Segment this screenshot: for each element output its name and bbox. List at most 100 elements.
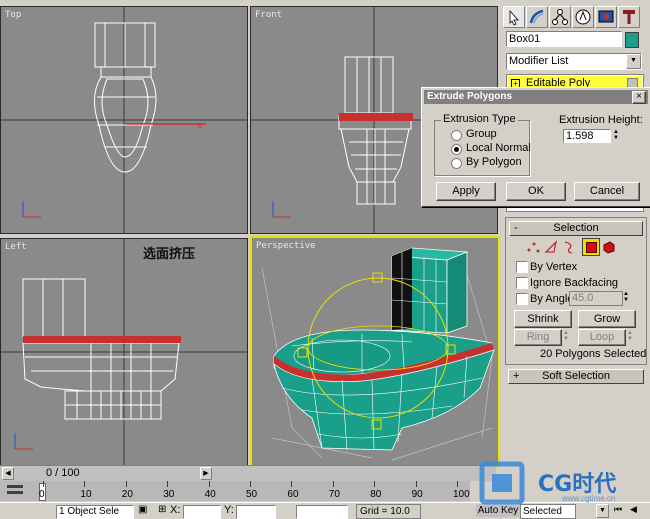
lock-icon[interactable]: ▣ <box>138 504 147 515</box>
perspective-mesh <box>261 247 495 461</box>
tab-hierarchy[interactable] <box>549 6 571 28</box>
tab-utilities[interactable] <box>618 6 640 28</box>
polygon-icon[interactable] <box>582 238 600 256</box>
timeline-tick-label: 50 <box>246 489 258 500</box>
expand-sign: + <box>513 370 520 382</box>
object-name-field[interactable]: Box01 <box>506 31 622 47</box>
by-vertex-checkbox[interactable] <box>516 261 528 273</box>
option-local-normal-label: Local Normal <box>466 142 531 154</box>
track-bar-icon[interactable] <box>6 483 24 497</box>
goto-start-icon[interactable]: ⏮ <box>614 504 622 515</box>
timeline-tick-label: 90 <box>411 489 423 500</box>
loop-label: Loop <box>589 331 615 343</box>
spinner-arrows-icon[interactable]: ▲ ▼ <box>623 291 629 303</box>
next-frame-button[interactable]: ▶ <box>200 467 212 480</box>
edge-icon[interactable] <box>544 240 558 254</box>
option-by-polygon-radio[interactable] <box>451 158 462 169</box>
left-wireframe <box>1 239 247 465</box>
timeline-tick-label: 60 <box>287 489 299 500</box>
ring-button[interactable]: Ring <box>514 329 562 346</box>
loop-button[interactable]: Loop <box>578 329 626 346</box>
soft-selection-rollout-header[interactable]: + Soft Selection <box>508 369 644 384</box>
ok-button[interactable]: OK <box>506 182 566 201</box>
prev-key-icon[interactable]: ◀ <box>630 504 637 515</box>
object-color-swatch[interactable] <box>625 32 639 48</box>
apply-button[interactable]: Apply <box>436 182 496 201</box>
by-vertex-label: By Vertex <box>530 261 578 273</box>
key-filter-value: Selected <box>523 506 562 517</box>
tab-display[interactable] <box>595 6 617 28</box>
modifier-list-dropdown[interactable]: Modifier List ▼ <box>506 53 642 70</box>
grid-value: Grid = 10.0 <box>360 506 410 517</box>
timeline-tick-mark <box>43 481 44 487</box>
option-group-label: Group <box>466 128 497 140</box>
timeline-tick-mark <box>415 481 417 487</box>
viewport-left[interactable]: Left 选面挤压 <box>0 238 248 466</box>
apply-label: Apply <box>452 185 480 197</box>
ignore-backfacing-checkbox[interactable] <box>516 277 528 289</box>
utilities-icon <box>623 10 635 24</box>
selection-rollout-header[interactable]: - Selection <box>509 221 643 236</box>
grow-label: Grow <box>593 313 621 325</box>
tab-create[interactable] <box>503 6 525 28</box>
key-filter-dropdown-icon[interactable]: ▼ <box>596 504 609 518</box>
motion-icon <box>575 9 591 25</box>
loop-spinner-icon[interactable]: ▲ ▼ <box>627 330 633 342</box>
extrusion-height-label: Extrusion Height: <box>559 114 643 126</box>
timeline-tick-label: 80 <box>370 489 382 500</box>
group-label: Extrusion Type <box>441 113 518 125</box>
tab-motion[interactable] <box>572 6 594 28</box>
watermark-logo: CG时代 www.cgtime.cn <box>476 461 650 505</box>
time-slider[interactable]: ◀ 0 / 100 ▶ <box>0 465 496 481</box>
grow-button[interactable]: Grow <box>578 310 636 328</box>
timeline-tick-mark <box>332 481 334 487</box>
timeline-tick-label: 70 <box>328 489 340 500</box>
cgtime-logo-icon <box>479 461 525 505</box>
ok-label: OK <box>528 185 544 197</box>
frame-counter: 0 / 100 <box>46 467 80 479</box>
rollout-title: Soft Selection <box>542 370 610 382</box>
timeline-tick-label: 0 <box>39 489 45 500</box>
timeline-tick-mark <box>291 481 293 487</box>
option-local-normal-radio[interactable] <box>451 144 462 155</box>
ring-spinner-icon[interactable]: ▲ ▼ <box>563 330 569 342</box>
extrusion-height-input[interactable]: 1.598 <box>563 129 611 143</box>
timeline-tick-label: 100 <box>453 489 470 500</box>
close-button[interactable]: × <box>632 91 646 104</box>
hierarchy-icon <box>552 9 568 25</box>
autokey-label: Auto Key <box>477 505 519 516</box>
shrink-button[interactable]: Shrink <box>514 310 572 328</box>
option-by-polygon-label: By Polygon <box>466 156 522 168</box>
dropdown-arrow-icon: ▼ <box>626 54 641 69</box>
display-icon <box>598 10 614 23</box>
element-icon[interactable] <box>602 240 616 254</box>
collapse-sign: - <box>514 222 518 234</box>
selection-status: 20 Polygons Selected <box>540 348 647 360</box>
track-bar[interactable]: 0 10 20 30 40 50 60 70 80 90 100 <box>0 481 470 501</box>
status-bar: 1 Object Sele ▣ ⊞ X: Y: Grid = 10.0 Auto… <box>0 502 650 519</box>
tab-modify[interactable] <box>526 6 548 28</box>
viewport-top[interactable]: Top x <box>0 6 248 234</box>
dialog-titlebar[interactable]: Extrude Polygons × <box>424 90 648 104</box>
cancel-button[interactable]: Cancel <box>574 182 640 201</box>
timeline-tick-mark <box>167 481 169 487</box>
selection-rollout: - Selection By Vertex Ignore Backfacing … <box>505 217 647 365</box>
angle-spinner[interactable]: 45.0 <box>569 291 623 306</box>
ring-label: Ring <box>526 331 550 343</box>
timeline-tick-mark <box>125 481 127 487</box>
timeline-tick-mark <box>84 481 86 487</box>
ignore-backfacing-label: Ignore Backfacing <box>530 277 619 289</box>
viewport-perspective[interactable]: Perspective <box>250 236 500 468</box>
watermark-url: www.cgtime.cn <box>562 494 616 503</box>
timeline-tick-mark <box>457 481 458 487</box>
option-group-radio[interactable] <box>451 130 462 141</box>
timeline-tick-mark <box>250 481 251 487</box>
dialog-title: Extrude Polygons <box>427 91 513 102</box>
by-angle-checkbox[interactable] <box>516 293 528 305</box>
border-icon[interactable] <box>561 240 575 254</box>
prev-frame-button[interactable]: ◀ <box>2 467 14 480</box>
height-spinner-icon[interactable]: ▲ ▼ <box>613 129 619 141</box>
timeline-tick-label: 30 <box>163 489 175 500</box>
vertex-icon[interactable] <box>526 240 540 254</box>
transform-mode-icon[interactable]: ⊞ <box>158 504 166 515</box>
